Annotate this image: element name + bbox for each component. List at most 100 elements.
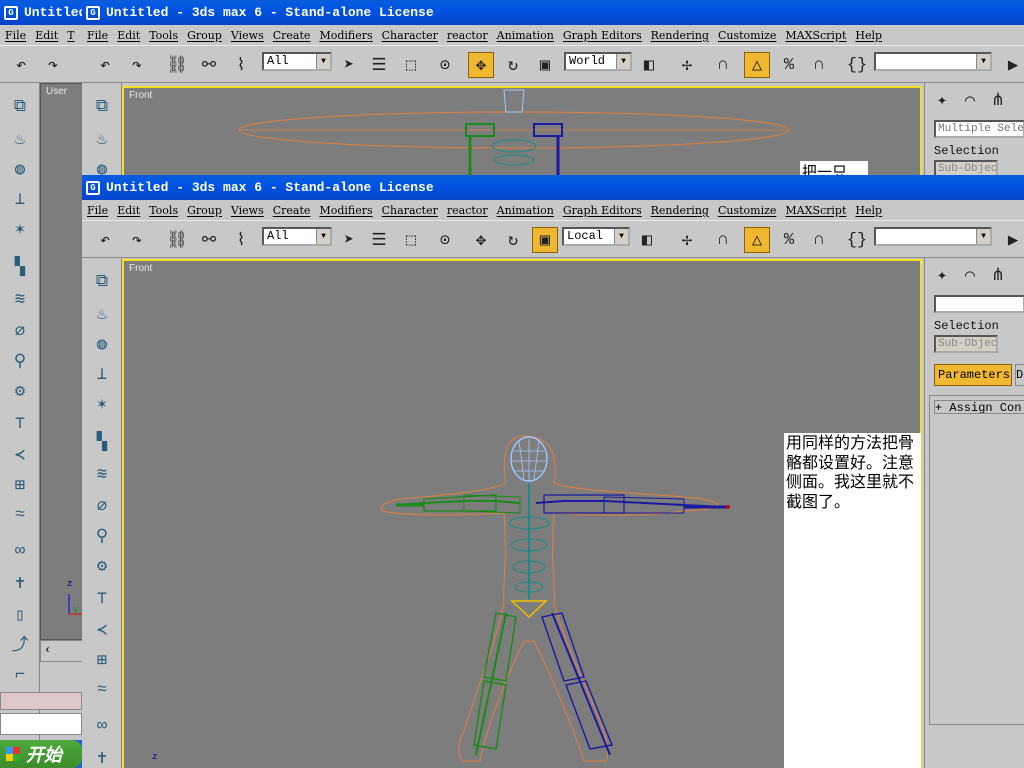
menu-modifiers[interactable]: Modifiers bbox=[319, 204, 372, 217]
snap-3d-icon[interactable]: ∩ bbox=[710, 52, 736, 78]
middle-window-titlebar[interactable]: G Untitled - 3ds max 6 - Stand-alone Lic… bbox=[82, 0, 1024, 25]
star-icon[interactable]: ✶ bbox=[8, 217, 32, 241]
menu-edit[interactable]: Edit bbox=[117, 204, 140, 217]
select-object-icon[interactable]: ➤ bbox=[336, 52, 362, 78]
menu-reactor[interactable]: reactor bbox=[447, 204, 488, 217]
helper-icon[interactable]: ⊤ bbox=[8, 411, 32, 435]
rotate-icon[interactable]: ↻ bbox=[500, 52, 526, 78]
named-selection-dropdown[interactable]: ▼ bbox=[874, 52, 992, 71]
undo-icon[interactable]: ↶ bbox=[8, 52, 34, 78]
teapot-icon[interactable]: ♨ bbox=[8, 127, 32, 151]
select-by-name-icon[interactable]: ☰ bbox=[366, 227, 392, 253]
mirror-icon[interactable]: ▶ bbox=[1000, 52, 1024, 78]
mirror-icon[interactable]: ▶ bbox=[1000, 227, 1024, 253]
undo-icon[interactable]: ↶ bbox=[92, 52, 118, 78]
menu-animation[interactable]: Animation bbox=[497, 204, 554, 217]
menu-help[interactable]: Help bbox=[855, 29, 882, 42]
menu-maxscript[interactable]: MAXScript bbox=[785, 204, 846, 217]
light-icon[interactable]: ⚲ bbox=[90, 524, 114, 548]
menu-create[interactable]: Create bbox=[273, 204, 311, 217]
reference-coordinate-dropdown[interactable]: Local ▼ bbox=[562, 227, 630, 246]
object-name-field[interactable] bbox=[934, 295, 1024, 313]
menu-modifiers[interactable]: Modifiers bbox=[319, 29, 372, 42]
select-by-name-icon[interactable]: ☰ bbox=[366, 52, 392, 78]
menu-graph-editors[interactable]: Graph Editors bbox=[563, 29, 642, 42]
subobject-button[interactable]: Sub-Object bbox=[934, 335, 998, 353]
menu-customize[interactable]: Customize bbox=[718, 29, 776, 42]
scale-icon[interactable]: ▣ bbox=[532, 227, 558, 253]
hierarchy-icon[interactable]: ⋔ bbox=[985, 262, 1011, 288]
cone-icon[interactable]: ⊥ bbox=[90, 362, 114, 386]
fish-icon[interactable]: ≺ bbox=[90, 618, 114, 642]
named-selection-icon[interactable]: {} bbox=[844, 227, 870, 253]
menu-edit[interactable]: Edit bbox=[35, 29, 58, 42]
unlink-icon[interactable]: ⚯ bbox=[196, 52, 222, 78]
cylinder-icon[interactable]: ⌀ bbox=[90, 494, 114, 518]
cylinder-icon[interactable]: ⌀ bbox=[8, 319, 32, 343]
menu-file[interactable]: File bbox=[87, 204, 108, 217]
spinner-snap-icon[interactable]: ∩ bbox=[806, 227, 832, 253]
menu-views[interactable]: Views bbox=[231, 204, 264, 217]
select-object-icon[interactable]: ➤ bbox=[336, 227, 362, 253]
reference-coordinate-dropdown[interactable]: World ▼ bbox=[564, 52, 632, 71]
angle-snap-icon[interactable]: △ bbox=[744, 227, 770, 253]
assign-controller-rollout[interactable]: + Assign Con bbox=[934, 400, 1024, 414]
named-selection-dropdown[interactable]: ▼ bbox=[874, 227, 992, 246]
teapot-icon[interactable]: ♨ bbox=[90, 127, 114, 151]
undo-icon[interactable]: ↶ bbox=[92, 227, 118, 253]
rectangular-region-icon[interactable]: ⬚ bbox=[398, 52, 424, 78]
hierarchy-icon[interactable]: ⋔ bbox=[985, 87, 1011, 113]
rectangular-region-icon[interactable]: ⬚ bbox=[398, 227, 424, 253]
start-button[interactable]: 开始 bbox=[0, 740, 82, 768]
maxscript-listener[interactable] bbox=[0, 692, 82, 710]
object-name-field[interactable]: Multiple Sele bbox=[934, 120, 1024, 138]
helper-icon[interactable]: ⊤ bbox=[90, 586, 114, 610]
percent-snap-icon[interactable]: % bbox=[776, 227, 802, 253]
move-icon[interactable]: ✥ bbox=[468, 227, 494, 253]
menu-file[interactable]: File bbox=[87, 29, 108, 42]
menu-maxscript[interactable]: MAXScript bbox=[785, 29, 846, 42]
menu-animation[interactable]: Animation bbox=[497, 29, 554, 42]
fish-icon[interactable]: ≺ bbox=[8, 443, 32, 467]
manipulate-icon[interactable]: ✢ bbox=[674, 52, 700, 78]
dropper-icon[interactable]: ⤴ bbox=[8, 631, 32, 656]
menu-group[interactable]: Group bbox=[187, 29, 222, 42]
named-selection-icon[interactable]: {} bbox=[844, 52, 870, 78]
wave-icon[interactable]: ≈ bbox=[8, 503, 32, 527]
puzzle-icon[interactable]: ⊞ bbox=[90, 648, 114, 672]
sphere-icon[interactable]: ◍ bbox=[90, 332, 114, 356]
front-window-titlebar[interactable]: G Untitled - 3ds max 6 - Stand-alone Lic… bbox=[82, 175, 1024, 200]
box-icon[interactable]: ⧉ bbox=[90, 95, 114, 119]
gear-icon[interactable]: ⚙ bbox=[90, 554, 114, 578]
selection-filter-dropdown[interactable]: All ▼ bbox=[262, 227, 332, 246]
biped-icon[interactable]: ✝ bbox=[90, 746, 114, 768]
pivot-icon[interactable]: ◧ bbox=[634, 227, 660, 253]
menu-edit[interactable]: Edit bbox=[117, 29, 140, 42]
pivot-icon[interactable]: ◧ bbox=[636, 52, 662, 78]
menu-tools[interactable]: Tools bbox=[149, 204, 178, 217]
spinner-snap-icon[interactable]: ∩ bbox=[806, 52, 832, 78]
menu-character[interactable]: Character bbox=[382, 29, 438, 42]
checker-icon[interactable]: ▚ bbox=[90, 430, 114, 454]
menu-reactor[interactable]: reactor bbox=[447, 29, 488, 42]
bind-space-warp-icon[interactable]: ⌇ bbox=[228, 52, 254, 78]
front-viewport[interactable]: Front z 用同样的方法把骨骼都设置好。注意侧面。我这里就不截图了。 bbox=[122, 259, 922, 768]
modify-icon[interactable]: ⌒ bbox=[957, 87, 983, 113]
create-icon[interactable]: ✦ bbox=[929, 262, 955, 288]
selection-filter-dropdown[interactable]: All ▼ bbox=[262, 52, 332, 71]
link-icon[interactable]: ⛓ bbox=[164, 227, 190, 253]
menu-help[interactable]: Help bbox=[855, 204, 882, 217]
menu-tools[interactable]: Tools bbox=[149, 29, 178, 42]
menu-graph-editors[interactable]: Graph Editors bbox=[563, 204, 642, 217]
menu-customize[interactable]: Customize bbox=[718, 204, 776, 217]
cone-icon[interactable]: ⊥ bbox=[8, 187, 32, 211]
light-icon[interactable]: ⚲ bbox=[8, 349, 32, 373]
tool-icon[interactable]: ⌐ bbox=[8, 663, 32, 687]
star-icon[interactable]: ✶ bbox=[90, 392, 114, 416]
menu-tools[interactable]: T bbox=[67, 29, 74, 42]
puzzle-icon[interactable]: ⊞ bbox=[8, 473, 32, 497]
rotate-icon[interactable]: ↻ bbox=[500, 227, 526, 253]
menu-create[interactable]: Create bbox=[273, 29, 311, 42]
book-icon[interactable]: ▯ bbox=[8, 603, 32, 627]
redo-icon[interactable]: ↷ bbox=[124, 227, 150, 253]
